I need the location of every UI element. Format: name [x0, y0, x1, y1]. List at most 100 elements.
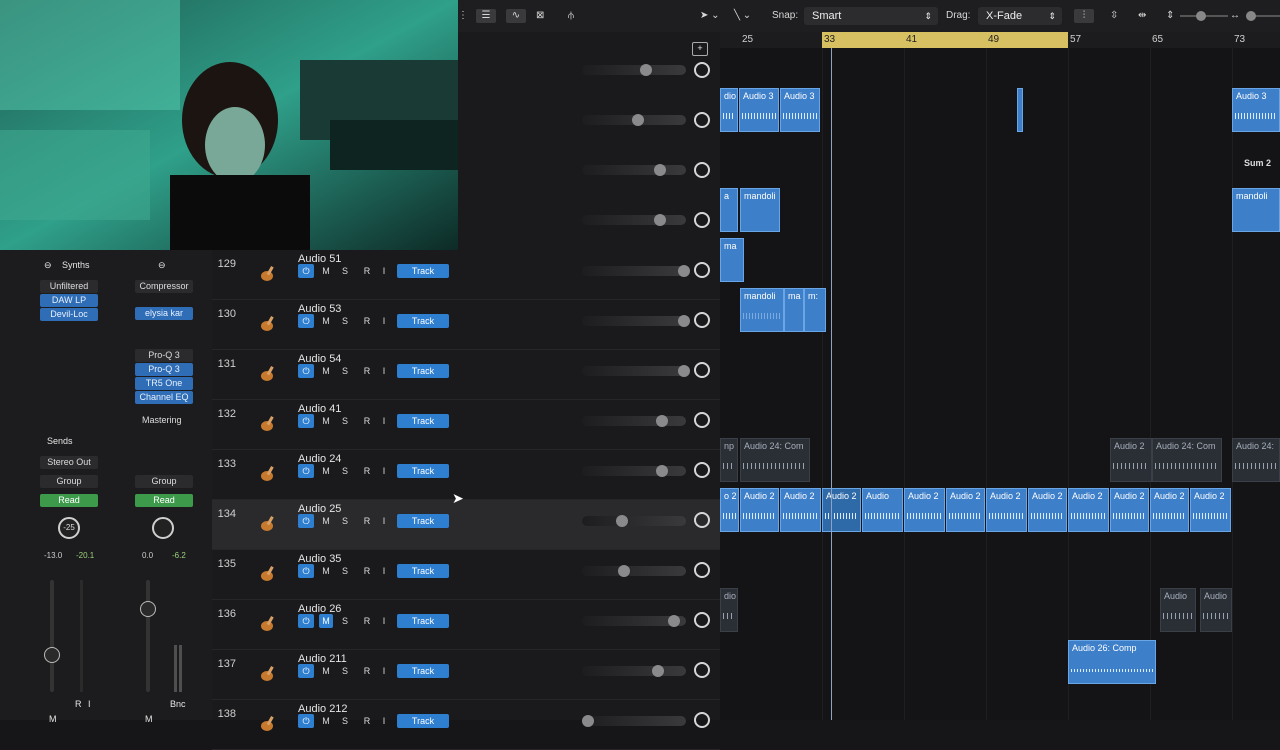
volume-slider[interactable]	[582, 415, 686, 427]
slider-knob[interactable]	[632, 114, 644, 126]
pointer-tool-icon[interactable]: ➤ ⌄	[700, 9, 720, 23]
insert-slot[interactable]: DAW LP	[40, 294, 98, 307]
pan-knob[interactable]	[694, 162, 710, 178]
slider-knob[interactable]	[652, 665, 664, 677]
track-header[interactable]: 132 Audio 41 ⏻ M S R I Track	[212, 400, 720, 450]
audio-region[interactable]: np	[720, 438, 738, 482]
audio-region[interactable]: Audio 2	[740, 488, 779, 532]
audio-region[interactable]: Audio 2	[1068, 488, 1109, 532]
track-header[interactable]: 130 Audio 53 ⏻ M S R I Track	[212, 300, 720, 350]
power-icon[interactable]: ⏻	[298, 664, 314, 678]
record-enable-button[interactable]: R	[360, 364, 374, 378]
track-button[interactable]: Track	[397, 414, 449, 428]
insert-slot[interactable]: TR5 One	[135, 377, 193, 390]
record-enable-button[interactable]: R	[360, 614, 374, 628]
solo-button[interactable]: S	[338, 564, 352, 578]
record-enable-button[interactable]: R	[360, 414, 374, 428]
record-enable-button[interactable]: R	[360, 664, 374, 678]
record-enable-button[interactable]: R	[360, 514, 374, 528]
track-button[interactable]: Track	[397, 614, 449, 628]
fit-horizontal-icon[interactable]: ⇹	[1138, 9, 1146, 23]
playhead[interactable]	[831, 48, 832, 720]
solo-button[interactable]: S	[338, 514, 352, 528]
slider-knob[interactable]	[678, 315, 690, 327]
fader-cap[interactable]	[44, 647, 60, 663]
insert-slot[interactable]: Unfiltered	[40, 280, 98, 293]
mute-button[interactable]: M	[319, 414, 333, 428]
mute-button[interactable]: M	[319, 614, 333, 628]
audio-region[interactable]: Audio 26: Comp	[1068, 640, 1156, 684]
slider-knob[interactable]	[678, 265, 690, 277]
mute-button[interactable]: M	[319, 664, 333, 678]
horizontal-zoom-icon[interactable]: ↔	[1230, 9, 1240, 23]
power-icon[interactable]: ⏻	[298, 364, 314, 378]
track-header[interactable]: 134 Audio 25 ⏻ M S R I Track	[212, 500, 720, 550]
volume-slider[interactable]	[582, 64, 686, 76]
volume-slider[interactable]	[582, 365, 690, 377]
audio-region[interactable]: Audio 2	[904, 488, 945, 532]
track-button[interactable]: Track	[397, 564, 449, 578]
solo-button[interactable]: S	[338, 364, 352, 378]
mute-button[interactable]: M	[319, 464, 333, 478]
solo-button[interactable]: S	[338, 714, 352, 728]
solo-button[interactable]: S	[338, 314, 352, 328]
pan-knob[interactable]	[152, 517, 174, 539]
input-monitor-button[interactable]: I	[378, 564, 390, 578]
record-enable-button[interactable]: R	[360, 464, 374, 478]
power-icon[interactable]: ⏻	[298, 714, 314, 728]
pan-knob[interactable]	[694, 662, 710, 678]
slider-knob[interactable]	[678, 365, 690, 377]
audio-region[interactable]: Audio 3	[1232, 88, 1280, 132]
list-view-icon[interactable]: ☰	[476, 9, 496, 23]
pan-knob[interactable]	[694, 712, 710, 728]
audio-region[interactable]: o 2	[720, 488, 739, 532]
setting-label[interactable]: Synths	[62, 260, 90, 270]
record-enable-button[interactable]: R	[75, 699, 82, 709]
audio-region[interactable]: Audio 2	[1150, 488, 1189, 532]
slider-knob[interactable]	[616, 515, 628, 527]
audio-region[interactable]	[1017, 88, 1023, 132]
input-monitor-button[interactable]: I	[378, 364, 390, 378]
waveform-zoom-icon[interactable]: ⫶	[1074, 9, 1094, 23]
pan-knob[interactable]	[694, 412, 710, 428]
power-icon[interactable]: ⏻	[298, 514, 314, 528]
input-monitor-button[interactable]: I	[378, 264, 390, 278]
insert-slot[interactable]: Compressor	[135, 280, 193, 293]
volume-slider[interactable]	[582, 214, 686, 226]
audio-region[interactable]: Audio	[1200, 588, 1232, 632]
audio-region[interactable]: dio	[720, 88, 738, 132]
audio-region[interactable]: dio	[720, 588, 738, 632]
audio-region[interactable]: Audio 2	[1028, 488, 1067, 532]
slider-knob[interactable]	[640, 64, 652, 76]
audio-region[interactable]: Audio 24:	[1232, 438, 1280, 482]
mute-button[interactable]: M	[319, 714, 333, 728]
flex-icon[interactable]: ⊠	[536, 9, 544, 23]
input-monitor-button[interactable]: I	[378, 714, 390, 728]
power-icon[interactable]: ⏻	[298, 564, 314, 578]
track-header[interactable]: 135 Audio 35 ⏻ M S R I Track	[212, 550, 720, 600]
bounce-button[interactable]: Bnc	[170, 699, 186, 709]
slider-knob[interactable]	[656, 465, 668, 477]
track-button[interactable]: Track	[397, 464, 449, 478]
arrange-area[interactable]: dio Audio 3 Audio 3 Audio 3 Sum 2 a mand…	[720, 48, 1280, 720]
audio-region[interactable]: mandoli	[1232, 188, 1280, 232]
pan-knob[interactable]	[694, 112, 710, 128]
bar-ruler[interactable]: 25 33 41 49 57 65 73	[720, 32, 1280, 48]
audio-region[interactable]: Audio 2	[780, 488, 821, 532]
solo-button[interactable]: S	[338, 614, 352, 628]
input-monitor-button[interactable]: I	[378, 514, 390, 528]
record-enable-button[interactable]: R	[360, 314, 374, 328]
mute-button[interactable]: M	[145, 714, 153, 724]
drag-dropdown[interactable]: X-Fade ⇕	[978, 7, 1062, 25]
cycle-region[interactable]	[822, 32, 1068, 48]
volume-slider[interactable]	[582, 565, 686, 577]
volume-slider[interactable]	[582, 665, 686, 677]
pan-knob[interactable]	[694, 512, 710, 528]
slider-knob[interactable]	[656, 415, 668, 427]
audio-region[interactable]: mandoli	[740, 288, 784, 332]
fader-cap[interactable]	[140, 601, 156, 617]
track-button[interactable]: Track	[397, 314, 449, 328]
track-header[interactable]: 133 Audio 24 ⏻ M S R I Track	[212, 450, 720, 500]
solo-button[interactable]: S	[338, 664, 352, 678]
track-button[interactable]: Track	[397, 514, 449, 528]
